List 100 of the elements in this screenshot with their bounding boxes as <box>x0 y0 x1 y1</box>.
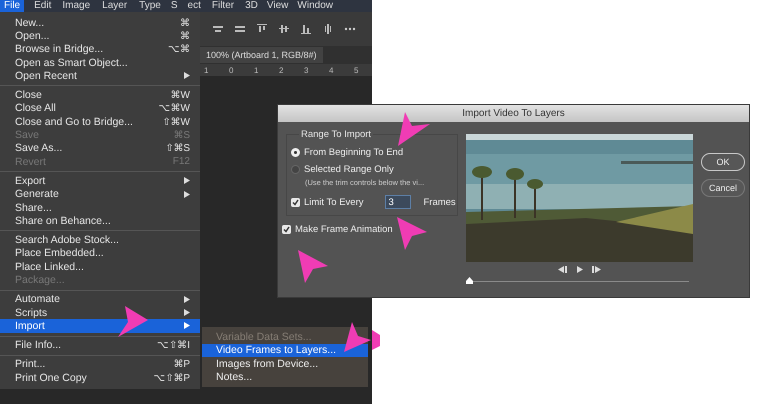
menu-item-label: Open Recent <box>15 70 78 82</box>
menubar-item[interactable]: Window <box>293 0 337 12</box>
shortcut: ⌘ <box>180 16 190 29</box>
shortcut: ⌘W <box>170 89 190 102</box>
menubar-item[interactable]: S <box>166 0 182 12</box>
menubar-item[interactable]: Layer <box>98 0 132 12</box>
checkbox-label: Make Frame Animation <box>295 224 393 235</box>
menu-item[interactable]: Place Linked... <box>0 260 200 274</box>
menu-item[interactable]: File Info... ⌥⇧⌘I <box>0 338 200 352</box>
menu-item[interactable]: Close All ⌥⌘W <box>0 102 200 116</box>
menu-item[interactable]: Notes... <box>202 370 368 384</box>
menu-item[interactable]: Close and Go to Bridge... ⇧⌘W <box>0 115 200 128</box>
previous-frame-icon[interactable] <box>558 266 567 273</box>
menubar-item[interactable]: Edit <box>30 0 56 12</box>
menubar-item[interactable]: Type <box>135 0 165 12</box>
menu-item[interactable]: New... ⌘ <box>0 16 200 30</box>
menubar-item[interactable]: ect <box>184 0 205 12</box>
menu-item[interactable]: Open Recent <box>0 69 200 82</box>
checkbox[interactable] <box>291 198 300 206</box>
menu-item-label: Generate <box>15 188 60 200</box>
menu-item-label: Open as Smart Object... <box>15 56 129 69</box>
play-icon[interactable] <box>575 266 584 273</box>
menubar-item[interactable]: View <box>262 0 292 12</box>
align-top-icon[interactable] <box>256 23 268 35</box>
shortcut: ⌥⇧⌘P <box>153 372 190 384</box>
menu-item-label: Import <box>15 320 46 332</box>
next-frame-icon[interactable] <box>592 266 601 273</box>
menu-item-label: Automate <box>15 293 61 306</box>
menu-item-label: Open... <box>15 30 50 42</box>
submenu-arrow-icon <box>184 72 190 80</box>
menu-item[interactable]: Generate <box>0 188 200 201</box>
ruler-label: 1 <box>204 66 210 74</box>
menu-item[interactable]: Print One Copy ⌥⇧⌘P <box>0 371 200 384</box>
menu-item-label: Search Adobe Stock... <box>15 234 120 246</box>
menu-item-label: Save As... <box>15 142 64 154</box>
align-bottom-icon[interactable] <box>300 23 312 35</box>
radio-label: From Beginning To End <box>304 147 404 158</box>
shortcut: ⌥⇧⌘I <box>157 339 190 352</box>
shortcut: ⇧⌘W <box>162 116 190 128</box>
unit-label: Frames <box>423 196 456 208</box>
checkbox[interactable] <box>282 225 291 234</box>
menubar-item[interactable]: Image <box>58 0 94 12</box>
align-middle-icon[interactable] <box>278 23 290 35</box>
radio-button[interactable] <box>291 165 300 174</box>
group-title: Range To Import <box>299 129 374 140</box>
menu-item-label: Share... <box>15 202 53 214</box>
ruler-label: 4 <box>329 66 334 74</box>
menu-item[interactable]: Browse in Bridge... ⌥⌘ <box>0 42 200 56</box>
menu-item-label: Close <box>15 89 43 102</box>
menu-item[interactable]: Share... <box>0 200 200 214</box>
menu-item-label: New... <box>15 16 46 29</box>
menu-item[interactable]: Export <box>0 174 200 188</box>
menu-item[interactable]: Print... ⌘P <box>0 358 200 372</box>
menu-item-label: Browse in Bridge... <box>15 43 104 56</box>
shortcut: ⇧⌘S <box>165 142 190 154</box>
menu-item-label: Place Embedded... <box>15 247 105 260</box>
menu-item[interactable]: Save As... ⇧⌘S <box>0 142 200 155</box>
menu-item[interactable]: Automate <box>0 292 200 306</box>
radio-label: Selected Range Only <box>304 164 394 175</box>
shortcut: F12 <box>172 156 190 168</box>
menu-item-label: Export <box>15 174 46 187</box>
slider-thumb[interactable] <box>466 277 473 284</box>
menu-item-label: Share on Behance... <box>15 214 112 227</box>
dialog-button[interactable]: Cancel <box>701 179 745 197</box>
menu-item[interactable]: Scripts <box>0 306 200 320</box>
ruler-label: 5 <box>354 66 360 74</box>
menu-item-label: Save <box>15 129 40 142</box>
shortcut: ⌥⌘ <box>168 43 190 56</box>
menu-item[interactable]: Open... ⌘ <box>0 29 200 43</box>
distribute-icon[interactable] <box>322 23 334 35</box>
shortcut: ⌘ <box>180 30 190 42</box>
checkbox-label: Limit To Every <box>304 196 364 208</box>
menu-item[interactable]: Open as Smart Object... <box>0 56 200 70</box>
shortcut: ⌘S <box>173 129 190 142</box>
ruler-label: 3 <box>304 66 310 74</box>
menubar-item[interactable]: Filter <box>208 0 238 12</box>
dialog-button[interactable]: OK <box>701 153 745 171</box>
frames-input[interactable]: 3 <box>385 195 412 209</box>
menu-item-label: Close All <box>15 102 57 114</box>
menu-item[interactable]: Place Embedded... <box>0 246 200 260</box>
menu-item[interactable]: Share on Behance... <box>0 214 200 228</box>
menubar-item[interactable]: File <box>0 0 24 12</box>
document-tab[interactable]: 100% (Artboard 1, RGB/8#) <box>200 47 323 63</box>
ruler-label: 1 <box>254 66 260 74</box>
menu-item-label: File Info... <box>15 339 62 352</box>
menu-item[interactable]: Search Adobe Stock... <box>0 233 200 247</box>
menu-item-label: Revert <box>15 156 47 168</box>
menu-item[interactable]: Import <box>0 319 200 333</box>
ruler-label: 0 <box>229 66 234 74</box>
menu-item[interactable]: Close ⌘W <box>0 88 200 102</box>
menu-item-label: Print... <box>15 358 46 370</box>
menu-item-label: Package... <box>15 274 66 286</box>
menubar-item[interactable]: 3D <box>241 0 262 12</box>
menu-item[interactable]: Video Frames to Layers... <box>202 344 368 357</box>
menu-item[interactable]: Images from Device... <box>202 357 368 370</box>
menu-item-label: Close and Go to Bridge... <box>15 116 134 128</box>
menu-item-label: Print One Copy <box>15 372 88 384</box>
ruler-label: 2 <box>279 66 284 74</box>
menu-item-label: Place Linked... <box>15 260 85 273</box>
shortcut: ⌥⌘W <box>158 102 190 114</box>
